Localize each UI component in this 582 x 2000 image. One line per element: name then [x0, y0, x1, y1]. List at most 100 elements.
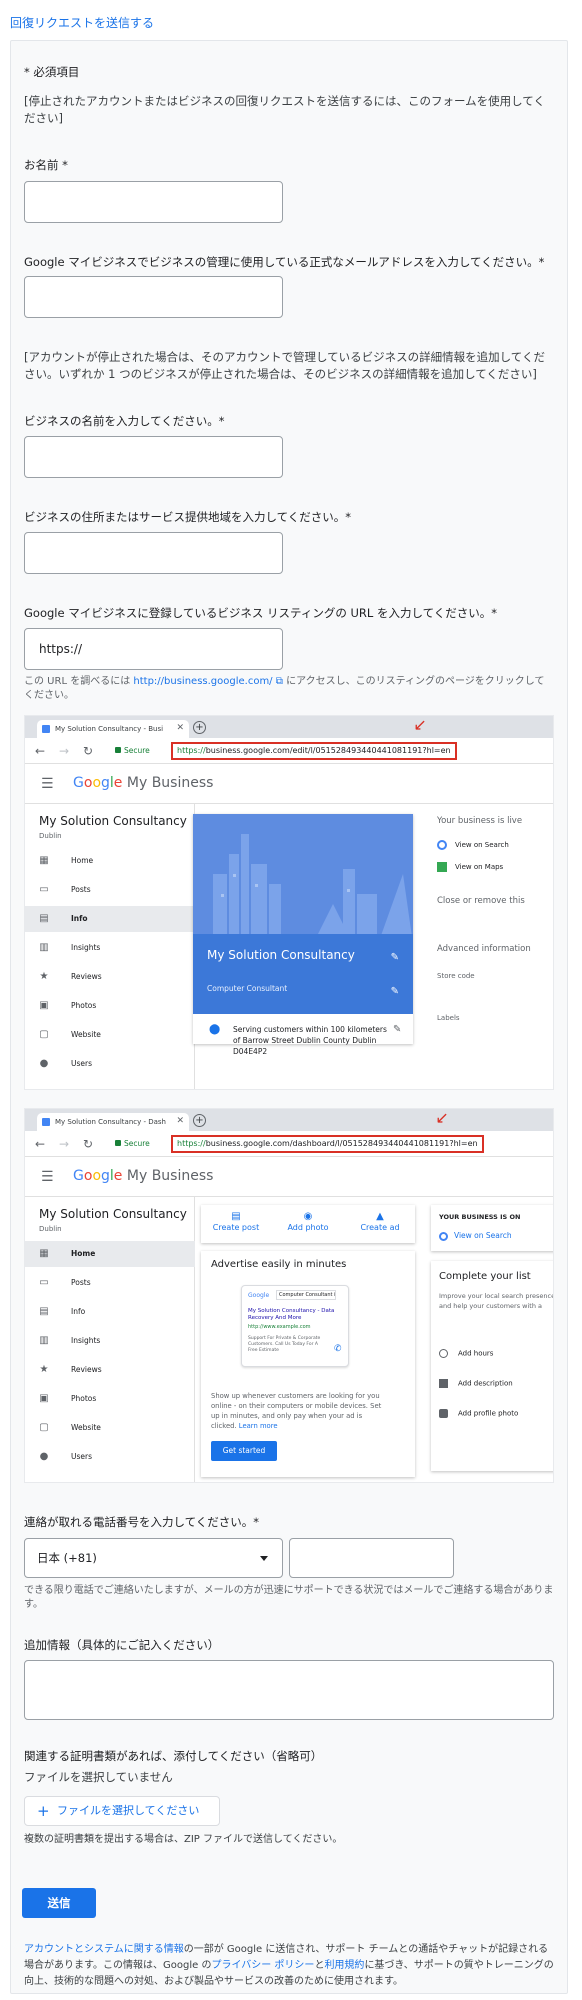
business-section-note: [アカウントが停止された場合は、そのアカウントで管理しているビジネスの詳細情報を… — [24, 350, 545, 381]
camera-icon: ◉ — [303, 1211, 313, 1222]
back-icon: ← — [35, 1137, 46, 1151]
extra-info-textarea[interactable] — [24, 1660, 554, 1720]
ads-icon: ▲ — [376, 1211, 384, 1222]
camera-icon — [439, 1409, 448, 1418]
photos-icon: ▣ — [39, 1393, 49, 1404]
nav-posts: ▭ Posts — [39, 884, 91, 895]
business-name-label: ビジネスの名前を入力してください。* — [24, 414, 225, 428]
lock-icon — [115, 747, 121, 753]
close-icon: ✕ — [176, 723, 184, 733]
file-note: 複数の証明書類を提出する場合は、ZIP ファイルで送信してください。 — [24, 1834, 343, 1845]
phone-input[interactable] — [289, 1538, 454, 1578]
nav-users: ● Users — [39, 1451, 93, 1462]
business-google-link[interactable]: http://business.google.com/ — [133, 676, 272, 687]
favicon-icon — [42, 1118, 50, 1126]
listing-url-input[interactable]: https:// — [24, 628, 283, 670]
forward-icon: → — [59, 1137, 70, 1151]
dashboard-screenshot: My Solution Consultancy - Dash ✕ + ← → ↻ … — [24, 1108, 554, 1483]
business-city: Dublin — [39, 1225, 62, 1233]
menu-icon: ☰ — [41, 776, 54, 792]
menu-icon: ☰ — [41, 1169, 54, 1185]
submit-button[interactable]: 送信 — [22, 1888, 96, 1918]
privacy-policy-link[interactable]: プライバシー ポリシー — [211, 1960, 314, 1971]
name-label: お名前 * — [24, 158, 68, 172]
star-icon: ★ — [39, 1364, 49, 1375]
google-g-icon — [437, 840, 447, 850]
terms-link[interactable]: 利用規約 — [324, 1960, 364, 1971]
file-select-button[interactable]: + ファイルを選択してください — [24, 1796, 220, 1826]
phone-note: できる限り電話でご連絡いたしますが、メールの方が迅速にサポートできる状況ではメー… — [24, 1585, 554, 1610]
home-icon: ▦ — [39, 855, 49, 866]
new-tab-icon: + — [193, 721, 206, 734]
get-started-button: Get started — [211, 1441, 277, 1461]
store-icon: ▤ — [39, 1306, 49, 1317]
nav-insights: ▥ Insights — [39, 942, 101, 953]
form-intro: [停止されたアカウントまたはビジネスの回復リクエストを送信するには、このフォーム… — [24, 94, 545, 125]
business-title: My Solution Consultancy — [39, 1207, 187, 1221]
business-name-input[interactable] — [24, 436, 283, 478]
dropdown-arrow-icon — [260, 1556, 268, 1561]
nav-info: ▤ Info — [39, 1306, 86, 1317]
nav-info: ▤ Info — [25, 906, 195, 932]
close-icon: ✕ — [176, 1116, 184, 1126]
phone-ad-preview: Google Computer Consultant in Du... My S… — [241, 1285, 349, 1367]
website-icon: ▢ — [39, 1029, 49, 1040]
browser-tab: My Solution Consultancy - Dash ✕ — [37, 1113, 189, 1131]
photos-icon: ▣ — [39, 1000, 49, 1011]
nav-photos: ▣ Photos — [39, 1393, 97, 1404]
nav-reviews: ★ Reviews — [39, 1364, 102, 1375]
browser-tab: My Solution Consultancy - Busi ✕ — [37, 720, 189, 738]
edit-icon: ✎ — [393, 1024, 402, 1035]
nav-insights: ▥ Insights — [39, 1335, 101, 1346]
extra-info-label: 追加情報（具体的にご記入ください） — [24, 1638, 220, 1652]
business-address-label: ビジネスの住所またはサービス提供地域を入力してください。* — [24, 510, 352, 524]
country-select[interactable]: 日本 (+81) — [24, 1538, 283, 1578]
required-note: * 必須項目 — [24, 65, 80, 79]
add-photo-action: ◉ Add photo — [273, 1211, 343, 1232]
phone-label: 連絡が取れる電話番号を入力してください。* — [24, 1515, 260, 1529]
nav-website: ▢ Website — [39, 1422, 101, 1433]
location-pin-icon: ⬤ — [209, 1024, 221, 1035]
email-label: Google マイビジネスでビジネスの管理に使用している正式なメールアドレスを入… — [24, 255, 545, 269]
privacy-footer: アカウントとシステムに関する情報の一部が Google に送信され、サポート チ… — [24, 1944, 554, 1987]
insights-icon: ▥ — [39, 942, 49, 953]
business-card: My Solution Consultancy ✎ Computer Consu… — [193, 814, 413, 1056]
account-info-link[interactable]: アカウントとシステムに関する情報 — [24, 1944, 184, 1955]
business-city: Dublin — [39, 832, 62, 840]
maps-icon — [437, 862, 447, 872]
no-file-text: ファイルを選択していません — [24, 1770, 173, 1784]
users-icon: ● — [39, 1058, 49, 1069]
email-input[interactable] — [24, 276, 283, 318]
new-tab-icon: + — [193, 1114, 206, 1127]
plus-icon: + — [37, 1802, 50, 1820]
store-icon — [439, 1379, 448, 1388]
nav-photos: ▣ Photos — [39, 1000, 97, 1011]
google-my-business-logo: Google My Business — [73, 775, 214, 791]
website-icon: ▢ — [39, 1422, 49, 1433]
business-address-input[interactable] — [24, 532, 283, 574]
edit-icon: ✎ — [390, 986, 399, 997]
advertise-card: Advertise easily in minutes Google Compu… — [201, 1251, 415, 1477]
reload-icon: ↻ — [83, 1137, 94, 1151]
insights-icon: ▥ — [39, 1335, 49, 1346]
lock-icon — [115, 1140, 121, 1146]
nav-reviews: ★ Reviews — [39, 971, 102, 982]
nav-home: ▦ Home — [25, 1241, 195, 1267]
top-link[interactable]: 回復リクエストを送信する — [10, 14, 154, 31]
call-icon: ✆ — [334, 1344, 342, 1354]
nav-users: ● Users — [39, 1058, 93, 1069]
name-input[interactable] — [24, 181, 283, 223]
nav-posts: ▭ Posts — [39, 1277, 91, 1288]
forward-icon: → — [59, 744, 70, 758]
url-highlight: https://business.google.com/edit/l/05152… — [171, 742, 457, 760]
users-icon: ● — [39, 1451, 49, 1462]
url-help: この URL を調べるには http://business.google.com… — [24, 676, 545, 701]
nav-home: ▦ Home — [39, 855, 94, 866]
quick-actions-card: ▤ Create post ◉ Add photo ▲ Create ad — [201, 1205, 415, 1243]
home-icon: ▦ — [39, 1248, 49, 1259]
create-ad-action: ▲ Create ad — [345, 1211, 415, 1232]
posts-icon: ▭ — [39, 884, 49, 895]
external-link-icon: ⧉ — [275, 676, 283, 687]
post-icon: ▤ — [231, 1211, 241, 1222]
nav-website: ▢ Website — [39, 1029, 101, 1040]
